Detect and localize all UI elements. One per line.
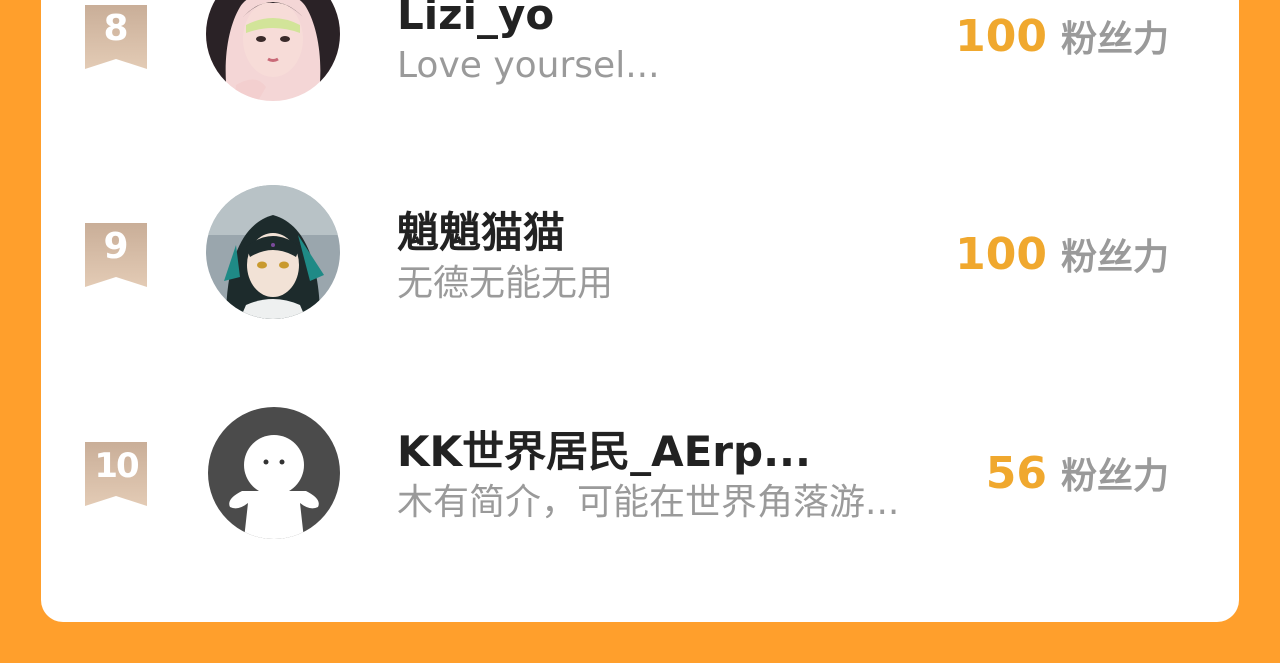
avatar[interactable] — [206, 0, 340, 101]
leaderboard-row[interactable]: 8 Lizi_yo Love yoursel... 100 粉丝力 — [41, 0, 1239, 140]
user-bio: 木有简介，可能在世界角落游... — [397, 482, 900, 523]
avatar[interactable] — [208, 407, 340, 539]
user-name[interactable]: 魈魈猫猫 — [397, 208, 565, 258]
leaderboard-row[interactable]: 10 KK世界居民_AErp... 木有简介，可能在世界角落游... 56 粉丝力 — [41, 397, 1239, 577]
girl-portrait-avatar-icon — [206, 0, 340, 101]
rank-number: 9 — [103, 226, 129, 267]
rank-badge: 10 — [85, 442, 147, 506]
score-unit: 粉丝力 — [1060, 237, 1169, 278]
avatar[interactable] — [206, 185, 340, 319]
score-unit: 粉丝力 — [1060, 19, 1169, 60]
rank-badge: 8 — [85, 5, 147, 69]
score-value: 100 — [955, 11, 1047, 62]
user-name[interactable]: Lizi_yo — [397, 0, 554, 40]
leaderboard-card: 8 Lizi_yo Love yoursel... 100 粉丝力 9 魈魈猫猫… — [41, 0, 1239, 622]
user-bio: 无德无能无用 — [397, 263, 614, 304]
user-name[interactable]: KK世界居民_AErp... — [397, 427, 811, 477]
fan-power-score: 56 粉丝力 — [986, 449, 1169, 508]
score-value: 100 — [955, 229, 1047, 280]
score-unit: 粉丝力 — [1060, 456, 1169, 497]
rank-number: 8 — [103, 8, 129, 49]
fan-power-score: 100 粉丝力 — [955, 12, 1169, 71]
default-user-avatar-icon — [208, 407, 340, 539]
rank-number: 10 — [94, 446, 139, 486]
score-value: 56 — [985, 448, 1047, 499]
user-bio: Love yoursel... — [397, 45, 660, 86]
leaderboard-row[interactable]: 9 魈魈猫猫 无德无能无用 100 粉丝力 — [41, 178, 1239, 358]
rank-badge: 9 — [85, 223, 147, 287]
anime-boy-avatar-icon — [206, 185, 340, 319]
fan-power-score: 100 粉丝力 — [955, 230, 1169, 289]
